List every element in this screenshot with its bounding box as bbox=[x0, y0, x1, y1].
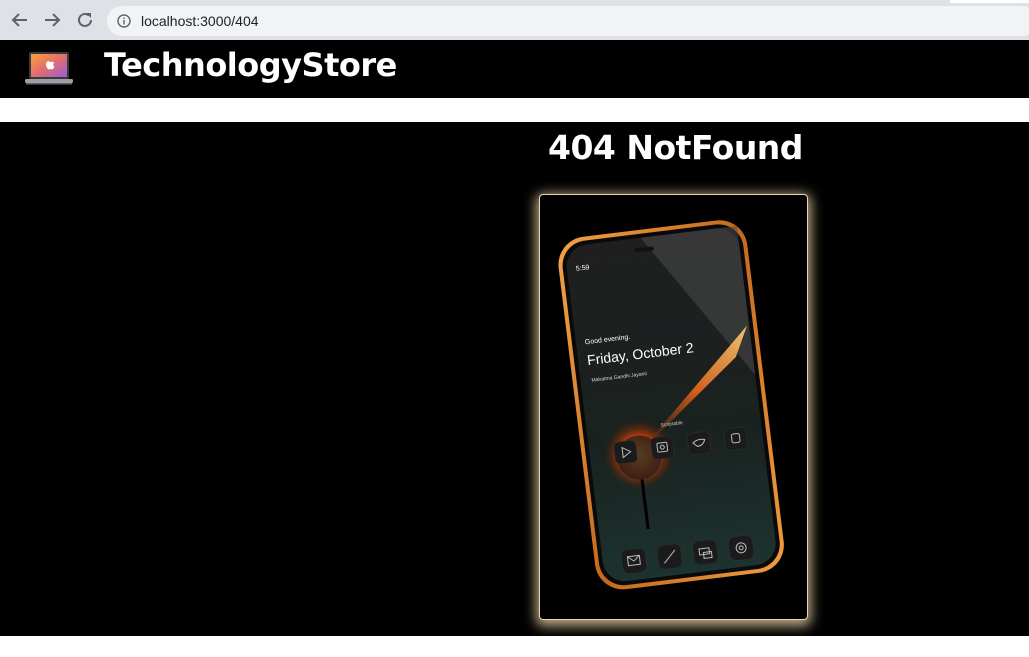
reload-button[interactable] bbox=[73, 8, 97, 32]
forward-button[interactable] bbox=[40, 8, 64, 32]
info-icon[interactable] bbox=[117, 14, 131, 28]
back-arrow-icon bbox=[11, 13, 27, 27]
main-content: 404 NotFound 5:59 Good evening. Friday, … bbox=[0, 122, 1029, 636]
brand-title[interactable]: TechnologyStore bbox=[104, 46, 397, 84]
page-title: 404 NotFound bbox=[548, 128, 803, 167]
reload-icon bbox=[78, 12, 92, 27]
address-bar[interactable]: localhost:3000/404 bbox=[107, 6, 1029, 36]
active-tab-edge bbox=[0, 0, 950, 3]
forward-arrow-icon bbox=[45, 13, 61, 27]
smartphone-photo: 5:59 Good evening. Friday, October 2 Mah… bbox=[558, 220, 784, 590]
footer-spacer bbox=[0, 636, 1029, 657]
site-header: TechnologyStore bbox=[0, 40, 1029, 98]
browser-toolbar: localhost:3000/404 bbox=[0, 0, 1029, 40]
url-text[interactable]: localhost:3000/404 bbox=[141, 13, 259, 29]
not-found-image: 5:59 Good evening. Friday, October 2 Mah… bbox=[539, 194, 808, 620]
laptop-apple-logo-icon[interactable] bbox=[24, 49, 74, 89]
header-spacer bbox=[0, 98, 1029, 122]
back-button[interactable] bbox=[8, 8, 32, 32]
